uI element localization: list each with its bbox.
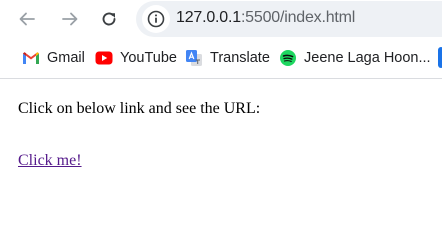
reload-button[interactable] — [96, 6, 122, 32]
forward-button[interactable] — [57, 6, 83, 32]
bookmark-youtube[interactable]: YouTube — [95, 48, 177, 68]
address-bar[interactable]: 127.0.0.1:5500/index.html — [136, 1, 442, 37]
url-path: :5500/index.html — [240, 9, 356, 26]
url-host: 127.0.0.1 — [176, 9, 241, 26]
spotify-icon — [279, 49, 297, 67]
reload-icon — [102, 12, 116, 26]
bookmarks-bar: Gmail YouTube Translate Jeene Laga Hoon.… — [0, 38, 442, 78]
bookmark-label: Jeene Laga Hoon... — [304, 50, 431, 66]
youtube-icon — [95, 49, 113, 67]
translate-icon — [185, 49, 203, 67]
toolbar-divider — [0, 78, 442, 79]
bookmark-gmail[interactable]: Gmail — [22, 48, 85, 68]
back-button[interactable] — [14, 6, 40, 32]
browser-toolbar: 127.0.0.1:5500/index.html — [0, 0, 442, 38]
site-info-button[interactable] — [142, 5, 170, 33]
gmail-icon — [22, 49, 40, 67]
bookmark-label: Translate — [210, 50, 270, 66]
bookmark-jeene-laga-hoon[interactable]: Jeene Laga Hoon... — [279, 48, 431, 68]
arrow-left-icon — [19, 12, 35, 26]
info-icon — [147, 10, 165, 28]
bookmark-overflow-edge[interactable] — [438, 47, 442, 68]
url-text[interactable]: 127.0.0.1:5500/index.html — [176, 9, 355, 27]
arrow-right-icon — [62, 12, 78, 26]
bookmark-label: Gmail — [47, 50, 85, 66]
bookmark-label: YouTube — [120, 50, 177, 66]
intro-text: Click on below link and see the URL: — [18, 100, 261, 117]
bookmark-translate[interactable]: Translate — [185, 48, 270, 68]
click-me-link[interactable]: Click me! — [18, 152, 82, 170]
